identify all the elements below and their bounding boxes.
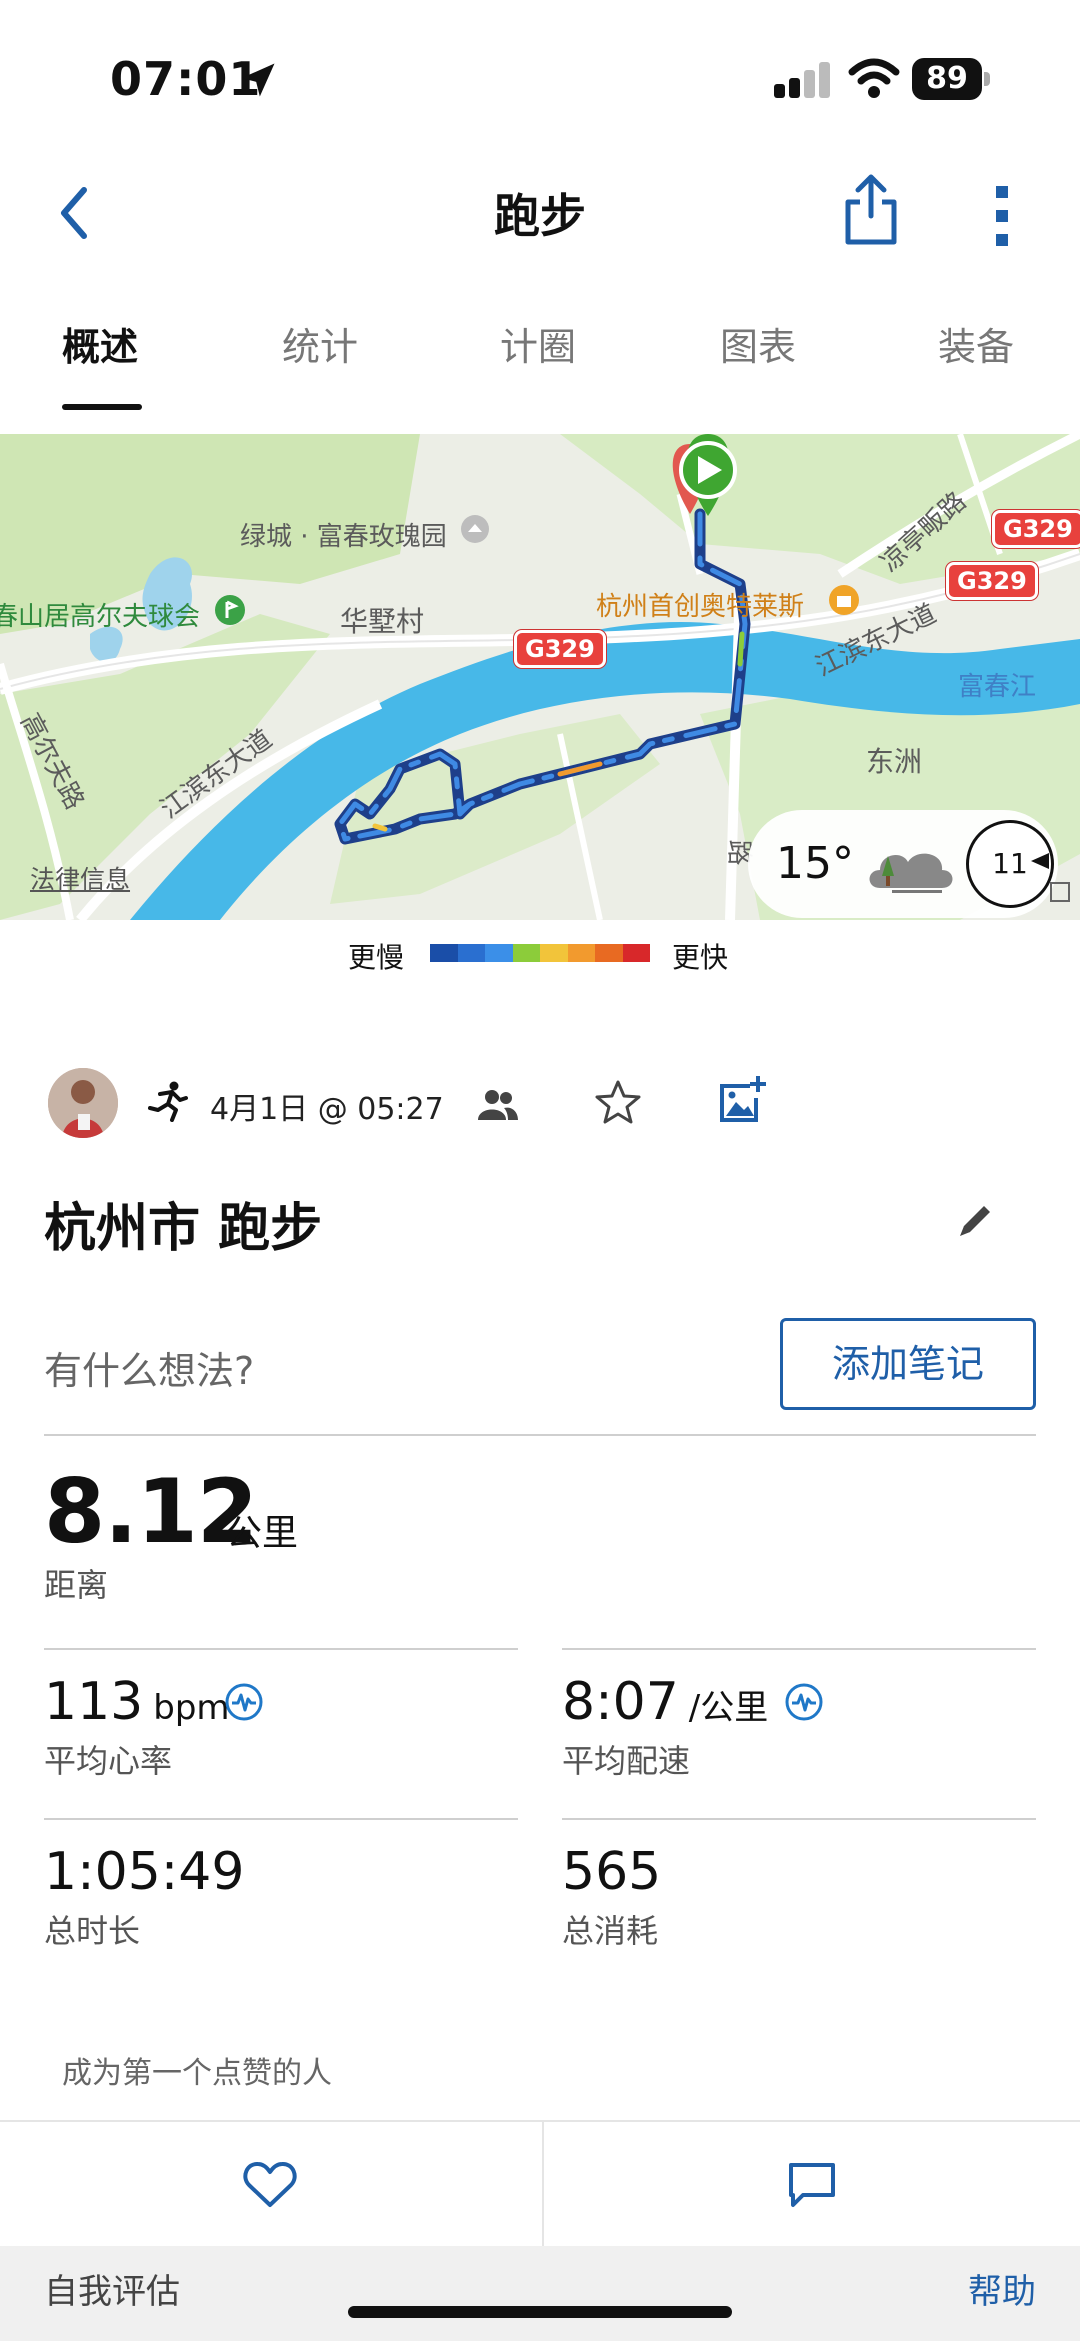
add-note-button[interactable]: 添加笔记 [780,1318,1036,1410]
map-label-fuchun-river: 富春江 [958,672,1037,702]
divider [44,1818,518,1820]
pace-label: 平均配速 [562,1742,691,1780]
tab-overview[interactable]: 概述 [62,316,138,371]
pace-value: 8:07 [562,1672,679,1732]
edit-pencil-button[interactable] [954,1198,998,1242]
route-shield-g329: G329 [514,630,606,668]
speed-legend-swatch [457,944,485,962]
comment-icon [789,2163,835,2207]
weather-temperature: 15° [776,838,854,889]
map-layers-icon[interactable] [1048,880,1074,906]
speed-legend-bar [430,944,650,962]
route-shield-g329: G329 [992,510,1080,548]
divider [44,1434,1036,1436]
heart-rate-value: 113 [44,1672,144,1732]
divider [562,1818,1036,1820]
tab-laps[interactable]: 计圈 [500,316,576,371]
speed-legend-swatch [595,944,623,962]
share-button[interactable] [836,170,906,250]
page-title: 跑步 [494,189,586,243]
speed-legend-swatch [485,944,513,962]
divider [44,1648,518,1650]
add-photo-button[interactable] [716,1074,768,1126]
battery-tip [984,72,990,86]
help-link[interactable]: 帮助 [968,2264,1036,2313]
cloudy-weather-icon [869,853,953,893]
tab-stats[interactable]: 统计 [282,316,358,371]
group-icon[interactable] [476,1086,520,1122]
status-bar: 07:01 89 [0,0,1080,150]
favorite-star-button[interactable] [594,1078,642,1126]
avatar[interactable] [48,1068,118,1138]
battery-icon: 89 [912,58,990,100]
map-legal-link[interactable]: 法律信息 [30,860,130,896]
speed-legend-swatch [567,944,595,962]
speed-legend-swatch [430,944,458,962]
pace-stat: 8:07/公里 [562,1672,768,1732]
legend-fast-label: 更快 [672,941,729,974]
running-icon [148,1081,188,1122]
calories-label: 总消耗 [562,1912,659,1950]
heart-icon [243,2162,297,2207]
tab-charts[interactable]: 图表 [720,316,796,371]
pulse-icon[interactable] [784,1682,824,1722]
route-shield-g329: G329 [946,562,1038,600]
wifi-icon [848,58,900,98]
battery-level: 89 [912,58,982,100]
self-evaluation-label: 自我评估 [44,2272,180,2312]
location-arrow-icon [241,63,275,97]
distance-label: 距离 [44,1566,109,1604]
duration-label: 总时长 [44,1912,141,1950]
map-label-lvcheng: 绿城 · 富春玫瑰园 [240,522,447,552]
app-bar: 跑步 [0,160,1080,270]
duration-value: 1:05:49 [44,1842,245,1902]
heart-rate-unit: bpm [153,1688,230,1728]
legend-slow-label: 更慢 [348,941,405,974]
first-like-prompt: 成为第一个点赞的人 [62,2056,332,2091]
heart-rate-label: 平均心率 [44,1742,173,1780]
wind-direction-icon [1031,853,1049,869]
heart-rate-stat: 113 bpm [44,1672,230,1732]
comment-button[interactable] [542,2122,1080,2248]
divider [562,1648,1036,1650]
activity-name: 杭州市 跑步 [44,1199,323,1259]
calories-value: 565 [562,1842,662,1902]
active-tab-indicator [62,404,142,410]
action-bar [0,2120,1080,2248]
shopping-icon [829,585,859,615]
activity-date: 4月1日 @ 05:27 [210,1092,444,1127]
like-button[interactable] [0,2122,540,2248]
more-options-button[interactable] [980,178,1026,254]
pace-unit: /公里 [688,1688,769,1728]
speed-legend-swatch [540,944,568,962]
speed-legend-swatch [622,944,650,962]
map-label-huashu: 华墅村 [340,605,425,638]
wind-speed-dial: 11 [966,820,1054,908]
cellular-signal-icon [774,62,830,98]
pulse-icon[interactable] [224,1682,264,1722]
speed-legend-swatch [512,944,540,962]
poi-icon [461,515,489,543]
map-label-dongzhou: 东洲 [866,745,923,778]
golf-icon [215,595,245,625]
tab-gear[interactable]: 装备 [938,316,1014,371]
home-indicator[interactable] [348,2306,732,2318]
distance-unit: 公里 [226,1513,299,1554]
thought-prompt[interactable]: 有什么想法? [44,1340,254,1395]
map-label-outlets: 杭州首创奥特莱斯 [596,592,805,622]
map-label-golf: 春山居高尔夫球会 [0,602,201,632]
weather-widget[interactable]: 15° 11 [748,810,1058,918]
